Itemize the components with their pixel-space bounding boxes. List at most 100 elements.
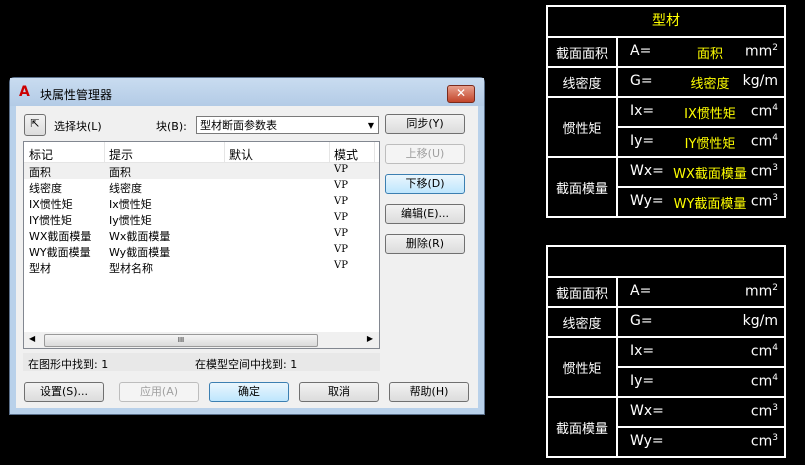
edit-button[interactable]: 编辑(E)... — [385, 204, 465, 224]
table-row[interactable]: IY惯性矩 Iy惯性矩 VP — [24, 211, 379, 227]
column-tag[interactable]: 标记 — [29, 146, 53, 163]
table-cell: VP — [334, 180, 348, 191]
table-cell: Wx截面模量 — [109, 230, 171, 243]
status-bar: 在图形中找到: 1 在模型空间中找到: 1 — [23, 353, 380, 371]
iy-unit: cm4 — [750, 373, 778, 390]
table-cell: VP — [334, 228, 348, 239]
area-symbol: A= — [630, 43, 652, 59]
ok-button[interactable]: 确定 — [209, 382, 289, 402]
table-cell: Ix惯性矩 — [109, 198, 152, 211]
area-caption: 截面面积 — [548, 38, 618, 66]
table-cell: Wy截面模量 — [109, 246, 171, 259]
ix-attribute: IX惯性矩 — [684, 107, 736, 122]
table-cell: 面积 — [109, 166, 131, 179]
profile-table-with-attributes: 型材 截面面积 A= 面积 mm2 线密度 G= 线密度 kg/m 惯性矩 Ix= IX惯性矩… — [546, 5, 786, 218]
table-cell: 线密度 — [29, 182, 62, 195]
table-row[interactable]: WY截面模量 Wy截面模量 VP — [24, 243, 379, 259]
density-symbol: G= — [630, 73, 653, 89]
table-cell: 线密度 — [109, 182, 142, 195]
table-row[interactable]: 型材 型材名称 VP — [24, 259, 379, 275]
wy-attribute: WY截面模量 — [673, 197, 747, 212]
density-symbol: G= — [630, 313, 653, 329]
scroll-left-icon[interactable]: ◀ — [29, 334, 35, 343]
density-attribute: 线密度 — [690, 77, 730, 92]
attribute-list[interactable]: 标记 提示 默认 模式 面积 面积 VP 线密度 线密度 VP IX惯性矩 Ix惯性矩 VP IY… — [23, 141, 380, 349]
modulus-caption: 截面模量 — [548, 158, 618, 216]
table-cell: WX截面模量 — [29, 230, 92, 243]
iy-attribute: IY惯性矩 — [684, 137, 736, 152]
column-prompt[interactable]: 提示 — [109, 146, 133, 163]
table-cell: IY惯性矩 — [29, 214, 72, 227]
title-bar[interactable]: A 块属性管理器 ✕ — [10, 78, 484, 106]
wx-symbol: Wx= — [630, 163, 664, 179]
found-in-model-space: 在模型空间中找到: 1 — [195, 358, 298, 371]
iy-unit: cm4 — [750, 133, 778, 150]
dialog-title: 块属性管理器 — [40, 88, 113, 102]
table-cell: VP — [334, 164, 348, 175]
apply-button[interactable]: 应用(A) — [119, 382, 199, 402]
density-caption: 线密度 — [548, 68, 618, 96]
table-cell: 型材名称 — [109, 262, 153, 275]
density-unit: kg/m — [742, 313, 778, 329]
wy-symbol: Wy= — [630, 433, 664, 449]
density-caption: 线密度 — [548, 308, 618, 336]
column-mode[interactable]: 模式 — [334, 146, 358, 163]
ix-symbol: Ix= — [630, 343, 655, 359]
cancel-button[interactable]: 取消 — [299, 382, 379, 402]
scroll-right-icon[interactable]: ▶ — [367, 334, 373, 343]
move-up-button[interactable]: 上移(U) — [385, 144, 465, 164]
wy-unit: cm3 — [750, 433, 778, 450]
move-down-button[interactable]: 下移(D) — [385, 174, 465, 194]
inertia-caption: 惯性矩 — [548, 98, 618, 156]
table-row[interactable]: 面积 面积 VP — [24, 163, 379, 179]
table-cell: 型材 — [29, 262, 51, 275]
block-select-value: 型材断面参数表 — [200, 119, 277, 132]
found-in-drawing: 在图形中找到: 1 — [28, 358, 109, 371]
ix-unit: cm4 — [750, 343, 778, 360]
close-button[interactable]: ✕ — [447, 85, 475, 103]
block-select[interactable]: 型材断面参数表 ▼ — [196, 116, 379, 134]
area-attribute: 面积 — [696, 47, 723, 62]
list-header: 标记 提示 默认 模式 — [24, 142, 379, 163]
delete-button[interactable]: 删除(R) — [385, 234, 465, 254]
block-label: 块(B): — [156, 120, 187, 133]
table-row[interactable]: IX惯性矩 Ix惯性矩 VP — [24, 195, 379, 211]
profile-table-template: 截面面积 A= mm2 线密度 G= kg/m 惯性矩 Ix= cm4 Iy= cm4 截面… — [546, 245, 786, 458]
scroll-thumb[interactable]: III — [44, 334, 318, 347]
area-caption: 截面面积 — [548, 278, 618, 306]
select-block-button[interactable]: ⇱ — [24, 114, 46, 136]
table-cell: WY截面模量 — [29, 246, 91, 259]
wy-unit: cm3 — [750, 193, 778, 210]
ix-unit: cm4 — [750, 103, 778, 120]
table-row[interactable]: 线密度 线密度 VP — [24, 179, 379, 195]
ix-symbol: Ix= — [630, 103, 655, 119]
table-cell: VP — [334, 212, 348, 223]
select-cursor-icon: ⇱ — [30, 117, 40, 130]
block-attribute-manager-dialog: A 块属性管理器 ✕ ⇱ 选择块(L) 块(B): 型材断面参数表 ▼ 标记 提示… — [9, 77, 485, 415]
help-button[interactable]: 帮助(H) — [389, 382, 469, 402]
table-cell: IX惯性矩 — [29, 198, 73, 211]
iy-symbol: Iy= — [630, 133, 655, 149]
wy-symbol: Wy= — [630, 193, 664, 209]
chevron-down-icon: ▼ — [367, 121, 374, 130]
area-unit: mm2 — [744, 43, 778, 60]
wx-symbol: Wx= — [630, 403, 664, 419]
settings-button[interactable]: 设置(S)... — [24, 382, 104, 402]
wx-unit: cm3 — [750, 403, 778, 420]
autocad-logo-icon: A — [19, 84, 30, 100]
table-cell: VP — [334, 196, 348, 207]
iy-symbol: Iy= — [630, 373, 655, 389]
table-row[interactable]: WX截面模量 Wx截面模量 VP — [24, 227, 379, 243]
sync-button[interactable]: 同步(Y) — [385, 114, 465, 134]
select-block-label: 选择块(L) — [54, 120, 102, 133]
table-cell: 面积 — [29, 166, 51, 179]
table-cell: VP — [334, 244, 348, 255]
inertia-caption: 惯性矩 — [548, 338, 618, 396]
table-title-empty — [548, 247, 784, 278]
density-unit: kg/m — [742, 73, 778, 89]
modulus-caption: 截面模量 — [548, 398, 618, 456]
area-unit: mm2 — [744, 283, 778, 300]
table-cell: VP — [334, 260, 348, 271]
horizontal-scrollbar[interactable]: ◀ III ▶ — [24, 332, 379, 348]
column-default[interactable]: 默认 — [229, 146, 253, 163]
